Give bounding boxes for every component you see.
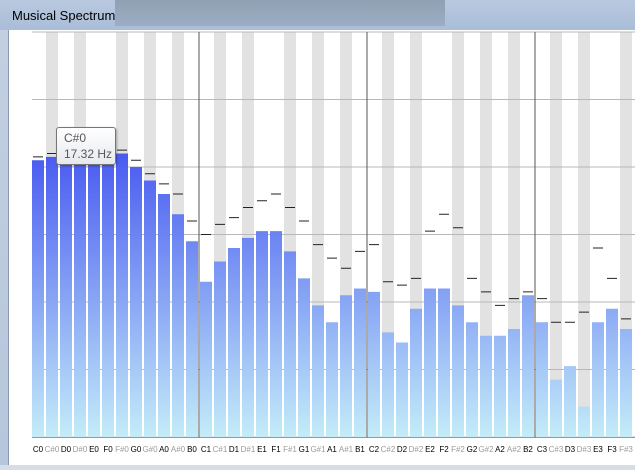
spectrum-bar — [186, 241, 198, 437]
spectrum-bar — [354, 288, 366, 437]
spectrum-chart: C0 C#0 D0 D#0 E0 F0 F#0 G0 G#0 A0 A#0 B0 C1 C#1 D1 D#1 E… — [32, 31, 635, 454]
note-tick-label: F#1 — [283, 445, 297, 454]
note-tick-label: F2 — [439, 445, 449, 454]
note-tick-label: B0 — [187, 445, 197, 454]
spectrum-bar — [326, 322, 338, 437]
note-tooltip: C#0 17.32 Hz — [56, 127, 116, 165]
tooltip-note: C#0 — [64, 131, 87, 145]
tooltip-frequency: 17.32 Hz — [64, 147, 113, 161]
note-tick-label: E3 — [593, 445, 603, 454]
spectrum-bar — [46, 156, 58, 437]
spectrum-bar — [116, 153, 128, 437]
note-tick-label: D#2 — [409, 445, 424, 454]
spectrum-bar — [494, 335, 506, 437]
spectrum-bar — [242, 237, 254, 437]
spectrum-bar — [88, 143, 100, 437]
note-tick-label: F#0 — [115, 445, 129, 454]
note-tick-label: D0 — [61, 445, 72, 454]
spectrum-bar — [158, 194, 170, 437]
spectrum-bar — [74, 146, 86, 437]
note-tick-label: C0 — [33, 445, 44, 454]
spectrum-bar — [228, 248, 240, 437]
note-tick-label: A#0 — [171, 445, 186, 454]
window-title: Musical Spectrum — [12, 8, 116, 23]
spectrum-bar — [466, 322, 478, 437]
spectrum-bar — [284, 251, 296, 437]
spectrum-bar — [382, 332, 394, 437]
note-tick-label: C1 — [201, 445, 212, 454]
note-tick-label: E0 — [89, 445, 99, 454]
spectrum-bar — [340, 295, 352, 437]
spectrum-bar — [270, 231, 282, 437]
spectrum-bar — [508, 329, 520, 437]
spectrum-bar — [578, 406, 590, 437]
note-tick-label: G2 — [467, 445, 478, 454]
spectrum-bar — [60, 153, 72, 437]
spectrum-bar — [620, 329, 632, 437]
spectrum-bar — [214, 261, 226, 437]
note-tick-label: F0 — [103, 445, 113, 454]
note-tick-label: C2 — [369, 445, 380, 454]
spectrum-bar — [200, 281, 212, 437]
note-tick-label: A0 — [159, 445, 169, 454]
note-tick-label: C3 — [537, 445, 548, 454]
note-tick-label: D2 — [397, 445, 408, 454]
spectrum-bar — [606, 308, 618, 437]
note-tick-label: A#1 — [339, 445, 354, 454]
note-tick-label: G#2 — [478, 445, 494, 454]
note-tick-label: D1 — [229, 445, 240, 454]
spectrum-bar — [144, 180, 156, 437]
spectrum-bar — [564, 366, 576, 437]
spectrum-bar — [32, 160, 44, 437]
spectrum-bar — [536, 322, 548, 437]
spectrum-bar — [256, 231, 268, 437]
note-tick-label: C#1 — [213, 445, 228, 454]
spectrum-bar — [522, 295, 534, 437]
note-tick-label: G0 — [131, 445, 142, 454]
note-tick-label: G#0 — [142, 445, 158, 454]
note-tick-label: C#2 — [381, 445, 396, 454]
note-tick-label: F3 — [607, 445, 617, 454]
note-tick-label: D#3 — [577, 445, 592, 454]
spectrum-bar — [424, 288, 436, 437]
note-tick-label: A2 — [495, 445, 505, 454]
spectrum-bar — [130, 167, 142, 437]
note-tick-label: D3 — [565, 445, 576, 454]
spectrum-bar — [452, 305, 464, 437]
note-tick-label: E2 — [425, 445, 435, 454]
spectrum-bar — [480, 335, 492, 437]
note-tick-label: A1 — [327, 445, 337, 454]
note-tick-label: F#3 — [619, 445, 633, 454]
note-tick-label: D#0 — [73, 445, 88, 454]
spectrum-bar — [438, 288, 450, 437]
spectrum-bar — [396, 342, 408, 437]
spectrum-bar — [312, 305, 324, 437]
note-tick-label: A#2 — [507, 445, 522, 454]
spectrum-bar — [410, 308, 422, 437]
spectrum-bar — [592, 322, 604, 437]
note-tick-label: E1 — [257, 445, 267, 454]
note-tick-label: C#0 — [45, 445, 60, 454]
note-tick-label: D#1 — [241, 445, 256, 454]
note-tick-label: G1 — [299, 445, 310, 454]
spectrum-bar — [298, 278, 310, 437]
background-window-ghost — [115, 0, 445, 26]
spectrum-bar — [368, 291, 380, 437]
title-bar[interactable]: Musical Spectrum — [0, 0, 635, 30]
spectrum-panel: C0 C#0 D0 D#0 E0 F0 F#0 G0 G#0 A0 A#0 B0 C1 C#1 D1 D#1 E… — [8, 30, 635, 465]
note-tick-label: B2 — [523, 445, 533, 454]
spectrum-bar — [172, 214, 184, 437]
note-tick-label: C#3 — [549, 445, 564, 454]
spectrum-bar — [550, 379, 562, 437]
note-tick-label: F#2 — [451, 445, 465, 454]
note-tick-label: G#1 — [310, 445, 326, 454]
note-tick-label: B1 — [355, 445, 365, 454]
spectrum-bar — [102, 143, 114, 437]
note-tick-label: F1 — [271, 445, 281, 454]
